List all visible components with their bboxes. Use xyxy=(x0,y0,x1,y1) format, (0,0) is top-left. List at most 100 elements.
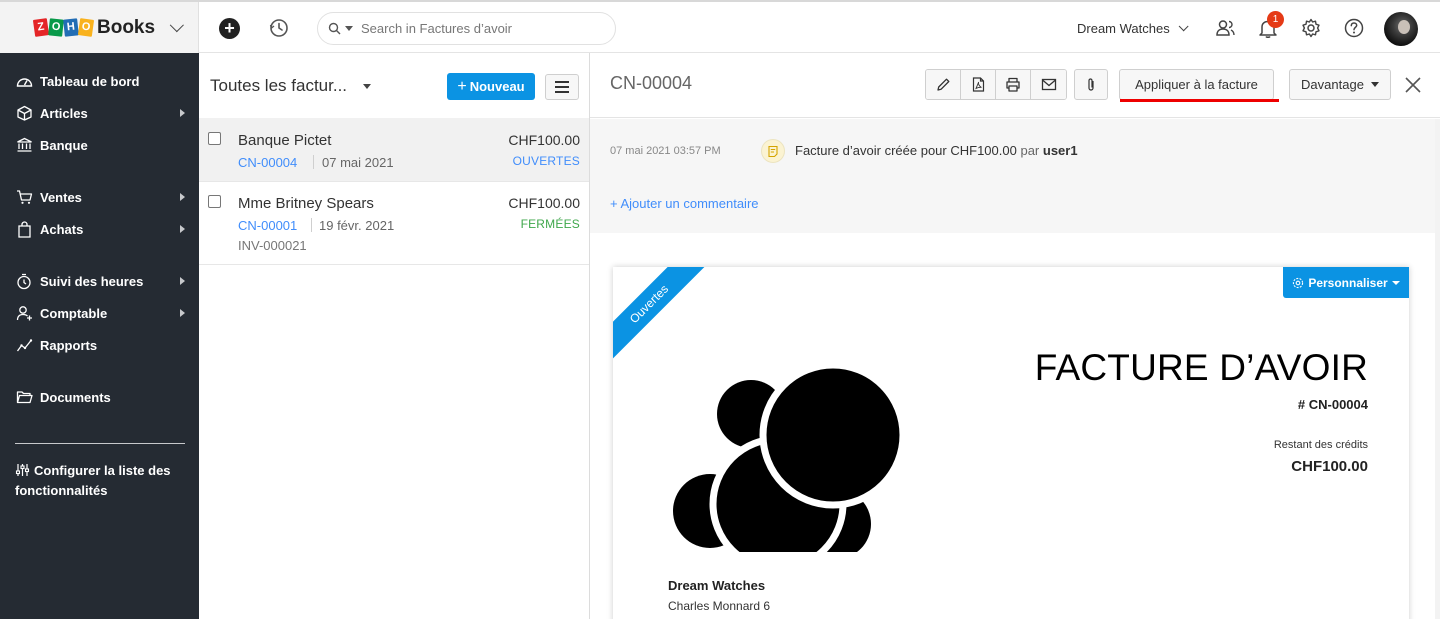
sliders-icon xyxy=(15,464,30,476)
activity-timestamp: 07 mai 2021 03:57 PM xyxy=(610,145,721,157)
edit-button[interactable] xyxy=(926,70,961,99)
invoice-reference: INV-000021 xyxy=(238,238,307,253)
list-item[interactable]: Banque Pictet CHF100.00 CN-00004 07 mai … xyxy=(199,118,589,182)
sidebar-item-rapports[interactable]: Rapports xyxy=(0,332,199,358)
organization-switcher[interactable]: Dream Watches xyxy=(1077,21,1189,36)
hamburger-icon xyxy=(555,81,569,83)
status-ribbon: Ouvertes xyxy=(613,267,705,359)
credit-note-document: Ouvertes Personnaliser FACTURE D’AVOIR #… xyxy=(613,267,1409,619)
pdf-icon xyxy=(972,77,984,92)
sidebar-item-label: Comptable xyxy=(40,305,108,321)
search-bar[interactable] xyxy=(317,12,616,45)
sidebar-item-label: Achats xyxy=(40,221,84,237)
detail-header: CN-00004 Appliquer à la facture Davantag… xyxy=(590,53,1440,118)
search-input[interactable] xyxy=(361,21,581,36)
folder-icon xyxy=(15,388,33,406)
items-icon xyxy=(15,104,33,122)
credit-amount: CHF100.00 xyxy=(508,132,580,148)
search-filter-dropdown-icon[interactable] xyxy=(345,26,353,31)
sidebar-item-comptable[interactable]: Comptable xyxy=(0,300,199,326)
action-button-group xyxy=(925,69,1067,100)
history-icon[interactable] xyxy=(268,17,290,39)
email-button[interactable] xyxy=(1031,70,1066,99)
pdf-button[interactable] xyxy=(961,70,996,99)
chevron-right-icon xyxy=(180,193,185,201)
bank-icon xyxy=(15,136,33,154)
list-menu-button[interactable] xyxy=(545,74,579,100)
credit-note-date: 19 févr. 2021 xyxy=(319,218,395,233)
more-actions-button[interactable]: Davantage xyxy=(1289,69,1391,100)
quick-create-plus-icon[interactable]: + xyxy=(219,18,240,39)
users-icon[interactable] xyxy=(1214,17,1236,39)
gear-icon xyxy=(1293,277,1304,288)
notification-badge: 1 xyxy=(1267,11,1284,28)
scrollbar[interactable] xyxy=(1435,119,1440,619)
timer-icon xyxy=(15,272,33,290)
row-checkbox[interactable] xyxy=(208,195,221,208)
activity-user: user1 xyxy=(1042,143,1078,158)
credit-note-detail: CN-00004 Appliquer à la facture Davantag… xyxy=(590,53,1440,619)
view-dropdown-icon[interactable] xyxy=(363,84,371,89)
credit-note-number[interactable]: CN-00001 xyxy=(238,218,297,233)
list-header: Toutes les factur... + Nouveau xyxy=(199,53,589,118)
app-switcher[interactable]: Z O H O Books xyxy=(0,2,199,53)
balance-label: Restant des crédits xyxy=(1273,439,1368,451)
sidebar-item-articles[interactable]: Articles xyxy=(0,100,199,126)
sidebar-item-achats[interactable]: Achats xyxy=(0,216,199,242)
sidebar-divider xyxy=(15,443,185,444)
print-button[interactable] xyxy=(996,70,1031,99)
logo-letter: O xyxy=(77,18,95,37)
list-view-title[interactable]: Toutes les factur... xyxy=(210,76,347,96)
caret-down-icon xyxy=(1370,82,1379,87)
close-icon[interactable] xyxy=(1403,75,1423,95)
status-badge: OUVERTES xyxy=(512,154,580,168)
credit-note-number[interactable]: CN-00004 xyxy=(238,155,297,170)
customize-button[interactable]: Personnaliser xyxy=(1283,267,1409,298)
cart-icon xyxy=(15,188,33,206)
organization-name: Dream Watches xyxy=(1077,21,1170,36)
sidebar-item-label: Banque xyxy=(40,137,88,153)
caret-down-icon xyxy=(1391,280,1400,285)
sidebar-item-documents[interactable]: Documents xyxy=(0,384,199,410)
chevron-right-icon xyxy=(180,225,185,233)
chevron-right-icon xyxy=(180,109,185,117)
organization-address: Charles Monnard 6 xyxy=(668,599,771,613)
search-icon xyxy=(328,22,341,35)
status-badge: FERMÉES xyxy=(520,217,580,231)
dashboard-icon xyxy=(15,72,33,90)
logo-letter: O xyxy=(48,18,64,37)
gear-icon[interactable] xyxy=(1300,17,1322,39)
pencil-icon xyxy=(936,78,949,91)
row-checkbox[interactable] xyxy=(208,132,221,145)
detail-title: CN-00004 xyxy=(610,73,693,93)
organization-name: Dream Watches xyxy=(668,578,766,593)
configure-features-label: Configurer la liste des fonctionnalités xyxy=(15,463,171,498)
customer-name: Banque Pictet xyxy=(238,132,332,149)
sidebar-item-label: Rapports xyxy=(40,337,98,353)
new-credit-note-button[interactable]: + Nouveau xyxy=(447,73,535,100)
sidebar-item-label: Tableau de bord xyxy=(40,73,140,89)
help-icon[interactable] xyxy=(1343,17,1365,39)
list-item[interactable]: Mme Britney Spears CHF100.00 CN-00001 19… xyxy=(199,182,589,265)
sidebar-item-ventes[interactable]: Ventes xyxy=(0,184,199,210)
add-comment-link[interactable]: + Ajouter un commentaire xyxy=(610,196,759,211)
top-bar: Z O H O Books + Dream Watches 1 xyxy=(0,0,1440,53)
new-button-label: Nouveau xyxy=(469,79,525,94)
activity-section: 07 mai 2021 03:57 PM Facture d’avoir cré… xyxy=(590,119,1435,233)
customize-label: Personnaliser xyxy=(1308,275,1388,290)
sidebar-item-tableau-de-bord[interactable]: Tableau de bord xyxy=(0,68,199,94)
configure-features-link[interactable]: Configurer la liste des fonctionnalités xyxy=(15,461,190,501)
sidebar-item-banque[interactable]: Banque xyxy=(0,132,199,158)
credit-amount: CHF100.00 xyxy=(508,195,580,211)
sidebar-item-label: Ventes xyxy=(40,189,82,205)
sidebar-item-suivi-des-heures[interactable]: Suivi des heures xyxy=(0,268,199,294)
activity-by: par xyxy=(1020,143,1040,158)
chevron-down-icon xyxy=(1178,21,1189,32)
accountant-icon xyxy=(15,304,33,322)
activity-message: Facture d’avoir créée pour CHF100.00 xyxy=(795,143,1017,158)
plus-icon: + xyxy=(457,77,467,95)
user-avatar[interactable] xyxy=(1384,12,1418,46)
apply-to-invoice-button[interactable]: Appliquer à la facture xyxy=(1119,69,1274,100)
document-title: FACTURE D’AVOIR xyxy=(1034,347,1368,388)
attach-button[interactable] xyxy=(1074,69,1108,100)
